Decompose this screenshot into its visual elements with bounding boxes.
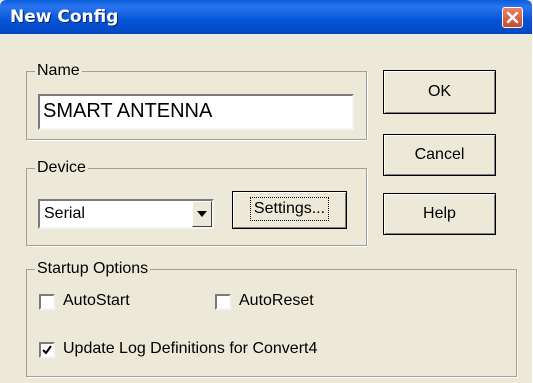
device-legend: Device — [35, 159, 88, 177]
autoreset-checkbox[interactable] — [215, 294, 231, 310]
startup-options-group: Startup Options AutoStart AutoReset Upda… — [26, 260, 517, 377]
settings-button-label: Settings... — [249, 197, 330, 221]
close-button[interactable] — [502, 7, 523, 28]
update-log-checkbox[interactable] — [39, 342, 55, 358]
startup-legend: Startup Options — [35, 260, 151, 278]
chevron-down-icon — [197, 211, 207, 217]
cancel-button-label: Cancel — [414, 146, 465, 163]
title-bar[interactable]: New Config — [0, 0, 532, 34]
device-dropdown-button[interactable] — [192, 201, 212, 227]
name-input[interactable]: SMART ANTENNA — [38, 94, 354, 130]
update-log-label: Update Log Definitions for Convert4 — [63, 340, 318, 357]
ok-button[interactable]: OK — [383, 70, 496, 114]
device-group: Device Serial Settings... — [26, 159, 367, 246]
window-title: New Config — [10, 7, 119, 27]
name-group: Name SMART ANTENNA — [26, 62, 367, 140]
cancel-button[interactable]: Cancel — [383, 134, 496, 176]
autoreset-label: AutoReset — [239, 292, 314, 309]
ok-button-label: OK — [427, 83, 452, 100]
new-config-dialog: New Config Name SMART ANTENNA Device Ser… — [0, 0, 532, 383]
help-button[interactable]: Help — [383, 193, 496, 235]
name-legend: Name — [35, 62, 82, 80]
device-select[interactable]: Serial — [38, 199, 214, 229]
help-button-label: Help — [423, 205, 456, 222]
autostart-checkbox[interactable] — [39, 294, 55, 310]
device-select-value: Serial — [44, 205, 85, 222]
autostart-label: AutoStart — [63, 292, 130, 309]
close-icon — [506, 11, 519, 24]
settings-button[interactable]: Settings... — [232, 191, 347, 229]
check-icon — [42, 345, 52, 355]
